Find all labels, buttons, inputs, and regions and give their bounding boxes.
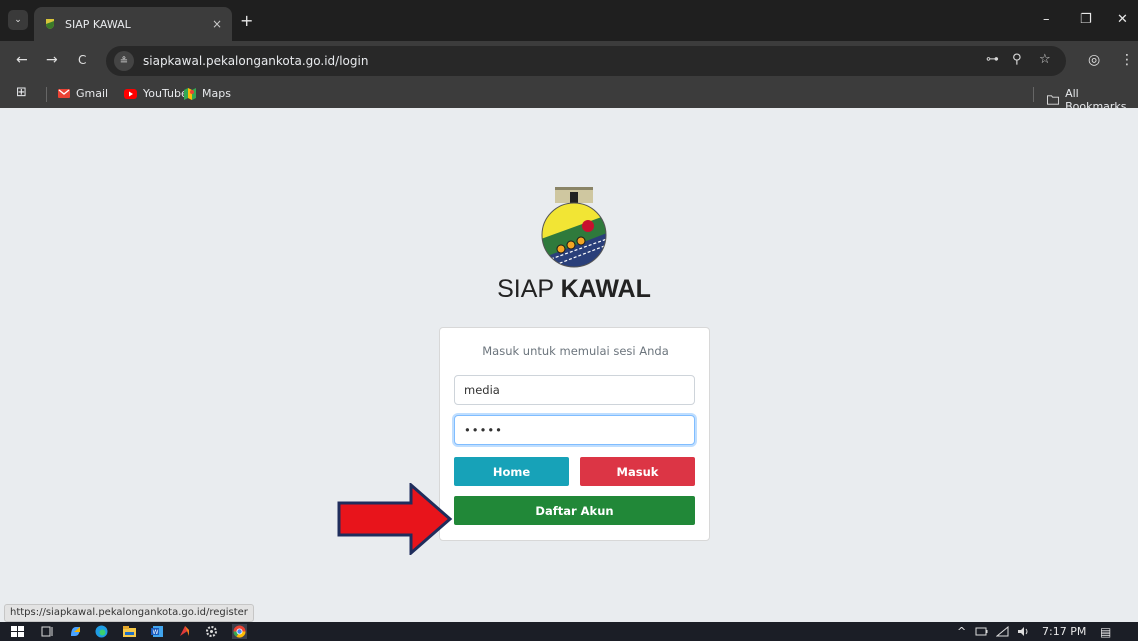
wifi-icon[interactable] [996, 626, 1009, 637]
app-red-icon[interactable] [177, 624, 192, 639]
profile-icon[interactable]: ◎ [1088, 52, 1100, 68]
password-input[interactable] [454, 415, 695, 445]
tab-search-button[interactable]: ⌄ [8, 10, 28, 30]
bookmark-label: YouTube [143, 87, 188, 100]
notification-icon[interactable]: ▤ [1100, 625, 1111, 639]
site-info-icon[interactable]: ≗ [114, 51, 134, 71]
gmail-icon [58, 89, 70, 98]
login-card: Masuk untuk memulai sesi Anda Home Masuk… [439, 327, 710, 541]
home-button[interactable]: Home [454, 457, 569, 486]
minimize-button[interactable]: – [1043, 12, 1050, 27]
bookmark-label: Gmail [76, 87, 109, 100]
password-key-icon[interactable]: ⊶ [986, 52, 999, 67]
task-view-icon[interactable] [40, 624, 55, 639]
red-arrow-annotation [337, 483, 453, 555]
address-bar[interactable]: ≗ siapkawal.pekalongankota.go.id/login ⊶… [106, 46, 1066, 76]
browser-tab-bar: ⌄ SIAP KAWAL × + – ❐ ✕ [0, 0, 1138, 41]
brand-title-light: SIAP [497, 275, 561, 303]
url-text[interactable]: siapkawal.pekalongankota.go.id/login [143, 54, 368, 68]
battery-icon[interactable] [975, 626, 988, 637]
tray-chevron-icon[interactable]: ^ [957, 625, 966, 638]
reload-button[interactable]: C [78, 53, 86, 67]
settings-gear-icon[interactable] [204, 624, 219, 639]
svg-text:W: W [153, 629, 159, 636]
bookmark-maps[interactable]: Maps [184, 87, 231, 100]
bookmark-gmail[interactable]: Gmail [58, 87, 108, 100]
brand-title: SIAP KAWAL [0, 275, 1138, 304]
restore-button[interactable]: ❐ [1080, 12, 1092, 27]
bookmark-youtube[interactable]: YouTube [124, 87, 188, 100]
link-status-bar: https://siapkawal.pekalongankota.go.id/r… [4, 604, 254, 622]
chrome-icon[interactable] [232, 624, 247, 639]
brand-title-bold: KAWAL [560, 275, 651, 303]
zoom-icon[interactable]: ⚲ [1012, 52, 1022, 67]
windows-start-icon[interactable] [10, 624, 25, 639]
apps-grid-icon[interactable]: ⊞ [16, 85, 27, 100]
browser-menu-icon[interactable]: ⋮ [1120, 52, 1134, 68]
folder-icon [1047, 95, 1060, 105]
forward-button[interactable]: → [46, 52, 58, 68]
tab-title: SIAP KAWAL [65, 17, 131, 31]
bookmark-separator [1033, 87, 1034, 102]
tab-siap-kawal[interactable]: SIAP KAWAL × [34, 7, 232, 41]
username-input[interactable] [454, 375, 695, 405]
masuk-button[interactable]: Masuk [580, 457, 695, 486]
tab-close-icon[interactable]: × [212, 17, 222, 31]
youtube-icon [124, 88, 137, 99]
bookmark-star-icon[interactable]: ☆ [1039, 52, 1051, 67]
bookmark-separator [46, 87, 47, 102]
close-window-button[interactable]: ✕ [1117, 12, 1128, 27]
siap-kawal-logo-icon [541, 187, 607, 268]
clock-time[interactable]: 7:17 PM [1042, 625, 1086, 638]
login-message: Masuk untuk memulai sesi Anda [482, 344, 669, 358]
bookmarks-bar: ⊞ Gmail YouTube Maps All Bookmarks [0, 81, 1138, 113]
back-button[interactable]: ← [16, 52, 28, 68]
bookmark-label: Maps [202, 87, 231, 100]
copilot-icon[interactable] [68, 624, 83, 639]
edge-icon[interactable] [94, 624, 109, 639]
site-favicon-icon [46, 19, 54, 29]
windows-taskbar: W ^ 7:17 PM ▤ [0, 622, 1138, 641]
login-page: SIAP KAWAL Masuk untuk memulai sesi Anda… [0, 108, 1138, 622]
maps-icon [184, 87, 196, 100]
browser-toolbar: ← → C ≗ siapkawal.pekalongankota.go.id/l… [0, 41, 1138, 81]
new-tab-button[interactable]: + [240, 11, 253, 30]
file-explorer-icon[interactable] [122, 624, 137, 639]
word-icon[interactable]: W [150, 624, 165, 639]
volume-icon[interactable] [1017, 626, 1030, 637]
daftar-akun-button[interactable]: Daftar Akun [454, 496, 695, 525]
